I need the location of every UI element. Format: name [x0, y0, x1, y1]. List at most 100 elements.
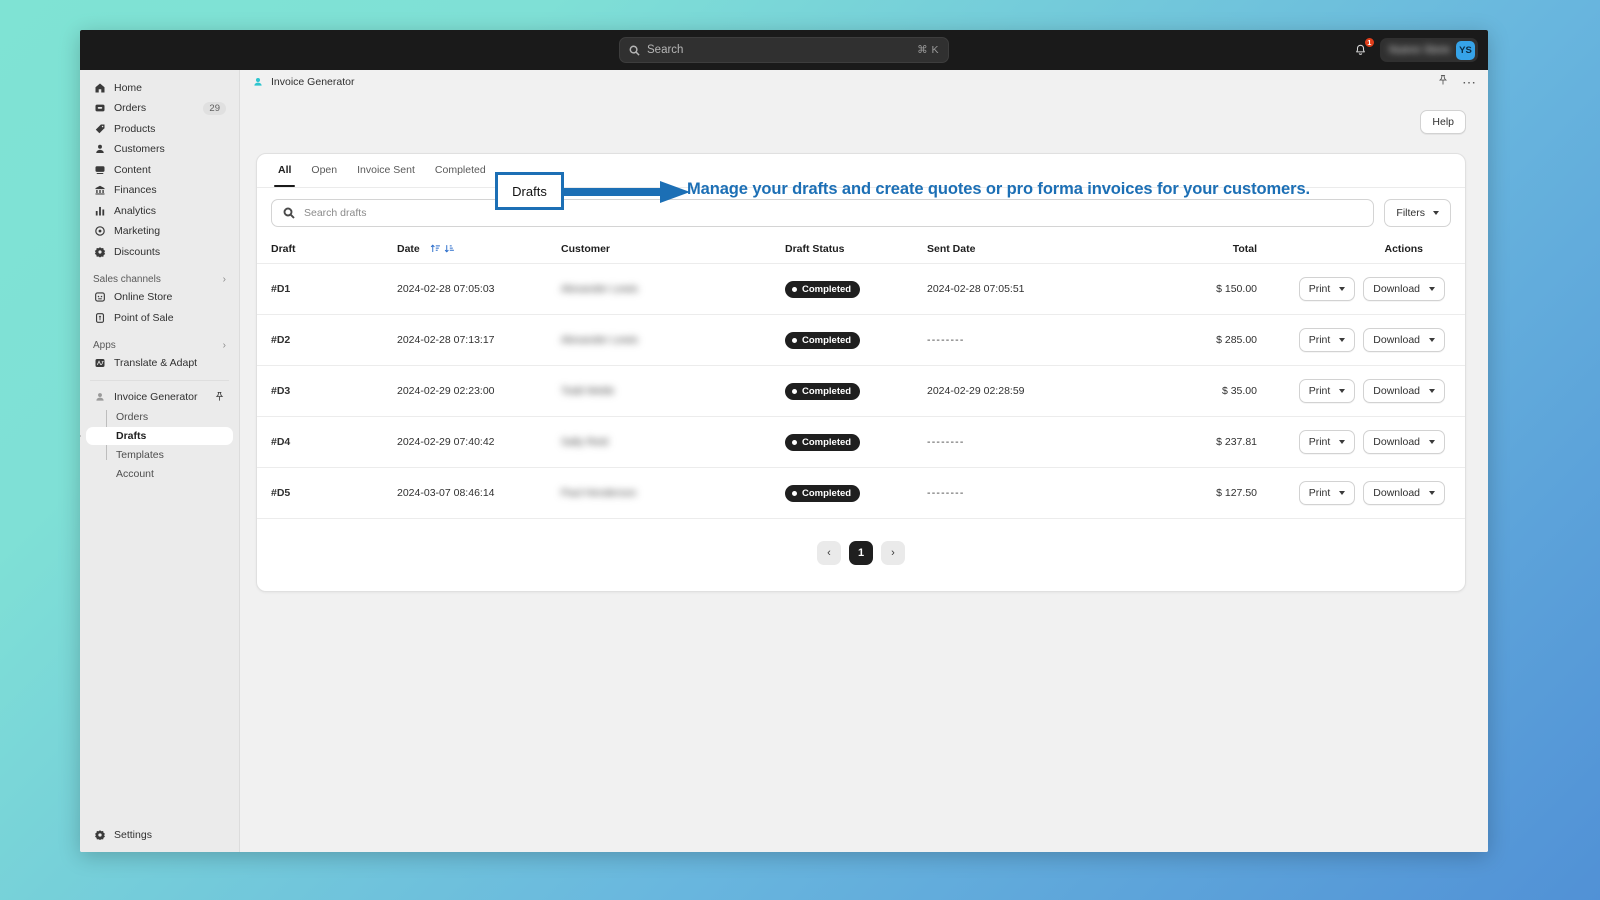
print-button[interactable]: Print — [1298, 430, 1356, 454]
help-button[interactable]: Help — [1420, 110, 1466, 134]
table-header-row: Draft Date Customer Draft Status Sent Da… — [257, 237, 1465, 264]
download-button[interactable]: Download — [1363, 481, 1445, 505]
translate-adapt-icon — [93, 357, 106, 370]
print-button[interactable]: Print — [1298, 328, 1356, 352]
notification-count-badge: 1 — [1363, 37, 1375, 48]
user-menu-button[interactable]: Nuevo Store YS — [1379, 38, 1478, 62]
pagination-prev-button[interactable]: ‹ — [817, 541, 841, 565]
column-header-total[interactable]: Total — [1127, 237, 1257, 264]
tab-open[interactable]: Open — [301, 154, 347, 187]
download-button[interactable]: Download — [1363, 430, 1445, 454]
sales-channels-section-header[interactable]: Sales channels › — [86, 274, 233, 285]
table-row[interactable]: #D4 2024-02-29 07:40:42 Sally Reid Complete… — [257, 416, 1465, 468]
download-button[interactable]: Download — [1363, 379, 1445, 403]
sidebar-item-online-store[interactable]: Online Store — [86, 288, 233, 307]
sidebar-item-settings[interactable]: Settings — [86, 826, 233, 845]
pagination-next-button[interactable]: › — [881, 541, 905, 565]
print-button[interactable]: Print — [1298, 277, 1356, 301]
status-badge: Completed — [785, 433, 861, 451]
cell-draft-status: Completed — [785, 467, 927, 519]
column-header-customer[interactable]: Customer — [561, 237, 785, 264]
sidebar-item-content[interactable]: Content — [86, 160, 233, 179]
sidebar-item-discounts[interactable]: Discounts — [86, 242, 233, 261]
notifications-button[interactable]: 1 — [1349, 37, 1375, 62]
sidebar-item-label: Analytics — [114, 204, 157, 217]
cell-draft[interactable]: #D3 — [257, 365, 397, 417]
tab-completed[interactable]: Completed — [425, 154, 496, 187]
online-store-icon — [93, 291, 106, 304]
sort-descending-icon[interactable] — [444, 243, 455, 254]
sidebar-item-analytics[interactable]: Analytics — [86, 201, 233, 220]
sidebar-item-marketing[interactable]: Marketing — [86, 222, 233, 241]
table-row[interactable]: #D5 2024-03-07 08:46:14 Paul Henderson Comp… — [257, 467, 1465, 519]
tab-all[interactable]: All — [268, 154, 301, 187]
column-header-date[interactable]: Date — [397, 237, 561, 264]
search-icon — [283, 207, 295, 219]
cell-draft[interactable]: #D4 — [257, 416, 397, 468]
sidebar-item-label: Invoice Generator — [114, 390, 198, 403]
sidebar-item-label: Orders — [114, 102, 147, 114]
global-search-input[interactable]: Search ⌘ K — [619, 37, 949, 63]
customer-name-redacted: Sally Reid — [561, 436, 609, 448]
column-header-sent-date[interactable]: Sent Date — [927, 237, 1127, 264]
filters-button-label: Filters — [1396, 207, 1425, 219]
status-dot-icon — [792, 490, 797, 496]
pagination-page-1[interactable]: 1 — [849, 541, 873, 565]
apps-section-header[interactable]: Apps › — [86, 340, 233, 351]
sidebar-item-label: Drafts — [116, 429, 147, 442]
pagination: ‹ 1 › — [257, 519, 1465, 591]
breadcrumb: Invoice Generator ⋯ — [240, 70, 1488, 93]
table-row[interactable]: #D3 2024-02-29 02:23:00 Todd Webb Completed… — [257, 365, 1465, 417]
sidebar-item-orders[interactable]: Orders 29 — [86, 99, 233, 118]
breadcrumb-app-name: Invoice Generator — [271, 75, 355, 88]
search-input[interactable]: Search drafts — [271, 199, 1375, 227]
pin-icon[interactable] — [1437, 73, 1449, 91]
cell-draft-status: Completed — [785, 263, 927, 315]
table-row[interactable]: #D2 2024-02-28 07:13:17 Alexander Lewis Com… — [257, 314, 1465, 366]
sidebar-item-app-orders[interactable]: Orders — [86, 408, 233, 426]
tab-invoice-sent[interactable]: Invoice Sent — [347, 154, 425, 187]
invoice-generator-icon — [254, 77, 262, 86]
more-horizontal-icon[interactable]: ⋯ — [1462, 75, 1476, 89]
cell-draft[interactable]: #D5 — [257, 467, 397, 519]
sidebar-item-label: Settings — [114, 829, 152, 841]
sidebar-item-customers[interactable]: Customers — [86, 140, 233, 159]
sidebar-item-label: Orders — [116, 410, 149, 423]
sidebar-item-products[interactable]: Products — [86, 119, 233, 138]
status-dot-icon — [792, 337, 797, 343]
print-button[interactable]: Print — [1298, 481, 1356, 505]
cell-date: 2024-03-07 08:46:14 — [397, 467, 561, 519]
cell-actions: Print Download — [1257, 365, 1465, 417]
sidebar-item-app-templates[interactable]: Templates — [86, 446, 233, 464]
column-header-draft-status[interactable]: Draft Status — [785, 237, 927, 264]
cell-actions: Print Download — [1257, 263, 1465, 315]
sort-ascending-icon[interactable] — [430, 243, 441, 254]
chevron-down-icon — [1339, 338, 1346, 342]
sidebar-item-label: Finances — [114, 184, 157, 196]
sidebar-item-invoice-generator[interactable]: Invoice Generator — [86, 387, 233, 406]
sidebar-item-app-drafts[interactable]: Drafts — [80, 426, 233, 445]
search-input-placeholder: Search drafts — [304, 207, 367, 219]
download-button-label: Download — [1373, 487, 1420, 499]
cell-draft[interactable]: #D1 — [257, 263, 397, 315]
sidebar-item-translate-adapt[interactable]: Translate & Adapt — [86, 354, 233, 373]
sidebar-item-point-of-sale[interactable]: Point of Sale — [86, 308, 233, 327]
cell-draft[interactable]: #D2 — [257, 314, 397, 366]
pin-icon[interactable] — [213, 390, 226, 403]
filters-button[interactable]: Filters — [1384, 199, 1451, 227]
sidebar-item-finances[interactable]: Finances — [86, 181, 233, 200]
print-button-label: Print — [1308, 487, 1331, 499]
sidebar-item-home[interactable]: Home — [86, 78, 233, 97]
avatar: YS — [1456, 40, 1475, 60]
download-button-label: Download — [1373, 436, 1420, 448]
sort-controls[interactable] — [430, 243, 455, 254]
marketing-icon — [93, 225, 106, 238]
cell-sent-date: -------- — [927, 314, 1127, 366]
download-button[interactable]: Download — [1363, 277, 1445, 301]
print-button[interactable]: Print — [1298, 379, 1356, 403]
sidebar-item-app-account[interactable]: Account — [86, 465, 233, 483]
sidebar-divider — [90, 380, 229, 381]
column-header-draft[interactable]: Draft — [257, 237, 397, 264]
table-row[interactable]: #D1 2024-02-28 07:05:03 Alexander Lewis Com… — [257, 263, 1465, 315]
download-button[interactable]: Download — [1363, 328, 1445, 352]
